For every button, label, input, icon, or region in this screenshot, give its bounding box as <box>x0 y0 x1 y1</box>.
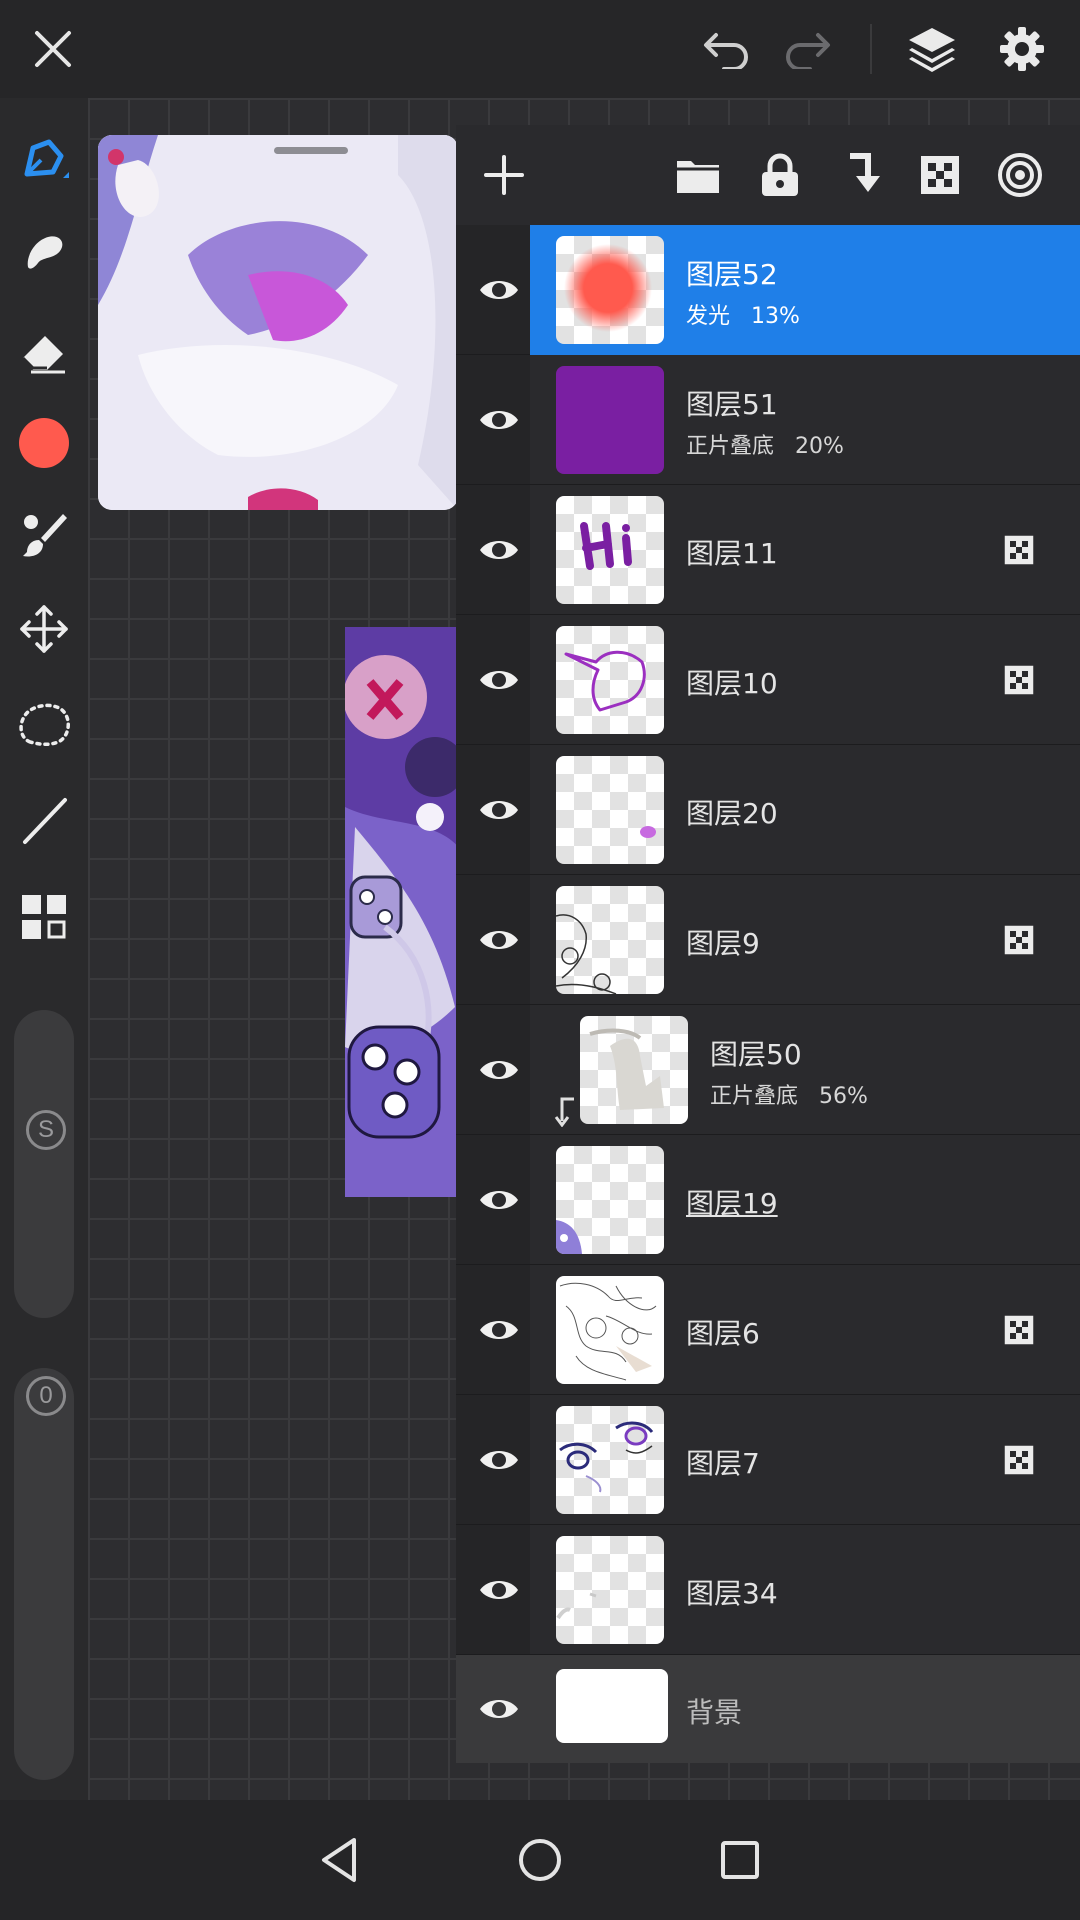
smudge-icon[interactable] <box>9 218 79 288</box>
layer-thumbnail <box>556 756 664 864</box>
layer-thumbnail <box>556 1536 664 1644</box>
layer-row[interactable]: 图层6 <box>456 1265 1080 1395</box>
eye-icon[interactable] <box>470 1301 528 1359</box>
layer-name: 图层50 <box>710 1038 802 1071</box>
layer-name: 图层7 <box>686 1447 760 1480</box>
eye-icon[interactable] <box>470 391 528 449</box>
opacity-knob[interactable]: 0 <box>26 1376 66 1416</box>
layer-blend-mode: 发光 13% <box>686 304 800 329</box>
redo-icon[interactable] <box>772 14 842 84</box>
eye-icon[interactable] <box>470 1561 528 1619</box>
layer-thumbnail <box>556 1669 668 1743</box>
lasso-icon[interactable] <box>9 688 79 758</box>
layer-thumbnail <box>556 496 664 604</box>
move-icon[interactable] <box>9 594 79 664</box>
alpha-lock-icon[interactable] <box>1004 925 1034 955</box>
layer-name: 图层19 <box>686 1187 778 1220</box>
layer-row[interactable]: 图层51 正片叠底 20% <box>456 355 1080 485</box>
brush-size-slider[interactable]: S <box>14 1010 74 1318</box>
eye-icon[interactable] <box>470 1680 528 1738</box>
opacity-slider[interactable]: 0 <box>14 1368 74 1780</box>
eye-icon[interactable] <box>470 521 528 579</box>
layer-name: 图层51 <box>686 388 778 421</box>
layer-name: 图层10 <box>686 667 778 700</box>
layer-thumbnail <box>556 1406 664 1514</box>
back-icon[interactable] <box>310 1830 370 1890</box>
close-icon[interactable] <box>18 14 88 84</box>
drag-handle[interactable] <box>274 147 348 154</box>
pen-icon[interactable] <box>9 126 79 196</box>
top-bar <box>0 0 1080 98</box>
eye-icon[interactable] <box>470 1171 528 1229</box>
grid-icon[interactable] <box>9 882 79 952</box>
home-icon[interactable] <box>510 1830 570 1890</box>
layers-icon[interactable] <box>897 14 967 84</box>
layer-thumbnail <box>580 1016 688 1124</box>
layer-thumbnail <box>556 1146 664 1254</box>
layer-row[interactable]: 图层50 正片叠底 56% <box>456 1005 1080 1135</box>
divider <box>870 24 872 74</box>
layer-thumbnail <box>556 626 664 734</box>
brush-settings-icon[interactable] <box>9 500 79 570</box>
layer-blend-mode: 正片叠底 20% <box>686 434 844 459</box>
alpha-lock-icon[interactable] <box>1004 665 1034 695</box>
clip-icon[interactable] <box>830 145 890 205</box>
system-nav-bar <box>0 1800 1080 1920</box>
layer-row[interactable]: 图层34 <box>456 1525 1080 1655</box>
undo-icon[interactable] <box>692 14 762 84</box>
eraser-icon[interactable] <box>9 316 79 386</box>
layer-row[interactable]: 图层20 <box>456 745 1080 875</box>
layers-panel: 图层52 发光 13% 图层51 正片叠底 20% 图层11 图层10 图层20… <box>456 125 1080 1763</box>
layer-row[interactable]: 背景 <box>456 1655 1080 1763</box>
layer-thumbnail <box>556 1276 664 1384</box>
alpha-lock-icon[interactable] <box>1004 535 1034 565</box>
layer-thumbnail <box>556 236 664 344</box>
color-swatch[interactable] <box>9 408 79 478</box>
alpha-lock-icon[interactable] <box>1004 1315 1034 1345</box>
eye-icon[interactable] <box>470 1041 528 1099</box>
layer-row[interactable]: 图层19 <box>456 1135 1080 1265</box>
eye-icon[interactable] <box>470 781 528 839</box>
layer-name: 背景 <box>686 1696 743 1729</box>
add-layer-icon[interactable] <box>474 145 534 205</box>
layer-name: 图层52 <box>686 258 778 291</box>
layer-name: 图层34 <box>686 1577 778 1610</box>
recents-icon[interactable] <box>710 1830 770 1890</box>
layer-thumbnail <box>556 886 664 994</box>
layer-name: 图层20 <box>686 797 778 830</box>
blend-icon[interactable] <box>990 145 1050 205</box>
layer-name: 图层11 <box>686 537 778 570</box>
left-toolbar: S 0 <box>0 98 88 1800</box>
reference-image[interactable] <box>98 135 458 510</box>
layer-blend-mode: 正片叠底 56% <box>710 1084 868 1109</box>
eye-icon[interactable] <box>470 911 528 969</box>
eye-icon[interactable] <box>470 261 528 319</box>
layer-row[interactable]: 图层7 <box>456 1395 1080 1525</box>
eye-icon[interactable] <box>470 1431 528 1489</box>
canvas-artwork <box>345 627 465 1197</box>
clip-indicator-icon <box>554 1097 578 1128</box>
layer-row[interactable]: 图层10 <box>456 615 1080 745</box>
layer-name: 图层9 <box>686 927 760 960</box>
brush-size-knob[interactable]: S <box>26 1110 66 1150</box>
alpha-lock-icon[interactable] <box>910 145 970 205</box>
folder-icon[interactable] <box>668 145 728 205</box>
layer-row[interactable]: 图层9 <box>456 875 1080 1005</box>
layer-thumbnail <box>556 366 664 474</box>
gear-icon[interactable] <box>987 14 1057 84</box>
layer-row[interactable]: 图层11 <box>456 485 1080 615</box>
alpha-lock-icon[interactable] <box>1004 1445 1034 1475</box>
layer-row[interactable]: 图层52 发光 13% <box>456 225 1080 355</box>
line-icon[interactable] <box>9 786 79 856</box>
layer-name: 图层6 <box>686 1317 760 1350</box>
eye-icon[interactable] <box>470 651 528 709</box>
lock-icon[interactable] <box>750 145 810 205</box>
